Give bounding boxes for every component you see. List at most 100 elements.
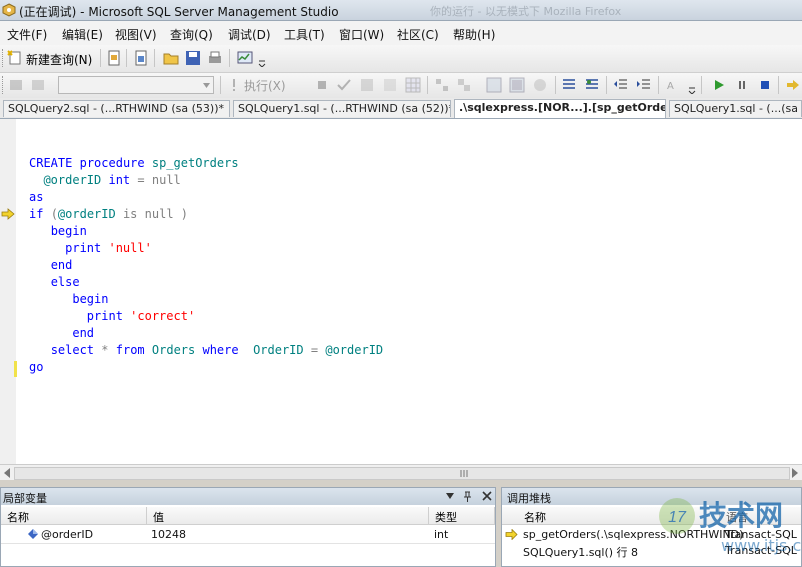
pause-icon[interactable] bbox=[734, 77, 750, 93]
execute-button[interactable]: 执行(X) bbox=[244, 77, 286, 94]
menu-file[interactable]: 文件(F) bbox=[7, 26, 47, 43]
close-icon[interactable] bbox=[482, 491, 492, 501]
call-stack-panel-title: 调用堆栈 bbox=[507, 492, 551, 505]
current-frame-arrow-icon bbox=[505, 529, 518, 540]
sql-editor-toolbar: 执行(X) A bbox=[0, 73, 802, 99]
menu-debug[interactable]: 调试(D) bbox=[228, 26, 271, 43]
code-line: begin bbox=[50, 224, 87, 238]
locals-panel-header: 局部变量 bbox=[1, 488, 495, 505]
svg-text:17: 17 bbox=[668, 509, 687, 526]
toolbar-overflow-icon[interactable] bbox=[688, 86, 696, 94]
local-var-value[interactable]: 10248 bbox=[151, 528, 186, 541]
svg-text:A: A bbox=[667, 81, 674, 92]
continue-debug-icon[interactable] bbox=[711, 77, 727, 93]
panel-dropdown-icon[interactable] bbox=[446, 493, 454, 499]
tab-sqlquery1[interactable]: SQLQuery1.sql - (...RTHWIND (sa (52))* bbox=[233, 100, 451, 117]
results-to-text-icon[interactable] bbox=[382, 77, 398, 93]
increase-indent-icon[interactable] bbox=[636, 77, 652, 93]
toolbar-separator bbox=[701, 76, 702, 94]
connect-icon[interactable] bbox=[8, 77, 24, 93]
tab-sqlquery2[interactable]: SQLQuery2.sql - (...RTHWIND (sa (53))* bbox=[3, 100, 230, 117]
stop-debug-icon[interactable] bbox=[757, 77, 773, 93]
menu-tools[interactable]: 工具(T) bbox=[284, 26, 325, 43]
code-line: go bbox=[29, 360, 44, 374]
menu-view[interactable]: 视图(V) bbox=[115, 26, 157, 43]
toolbar-grip[interactable] bbox=[2, 76, 6, 94]
specify-values-icon[interactable] bbox=[532, 77, 548, 93]
menu-edit[interactable]: 编辑(E) bbox=[62, 26, 103, 43]
decrease-indent-icon[interactable] bbox=[613, 77, 629, 93]
new-file-icon[interactable] bbox=[106, 50, 122, 66]
toolbar-separator bbox=[658, 76, 659, 94]
open-folder-icon[interactable] bbox=[163, 50, 179, 66]
locals-panel-title: 局部变量 bbox=[3, 492, 47, 505]
toolbar-separator bbox=[220, 76, 221, 94]
watermark-logo-icon: 17 bbox=[659, 498, 695, 534]
pin-icon[interactable] bbox=[463, 491, 472, 502]
menu-window[interactable]: 窗口(W) bbox=[339, 26, 384, 43]
code-line: print 'correct' bbox=[86, 309, 196, 323]
stop-icon[interactable] bbox=[314, 77, 330, 93]
panel-splitter[interactable] bbox=[0, 480, 802, 487]
uncomment-lines-icon[interactable] bbox=[584, 77, 600, 93]
display-estimated-plan-icon[interactable] bbox=[434, 77, 450, 93]
menu-bar: 文件(F) 编辑(E) 视图(V) 查询(Q) 调试(D) 工具(T) 窗口(W… bbox=[0, 21, 802, 45]
scrollbar-thumb[interactable] bbox=[14, 467, 790, 480]
menu-query[interactable]: 查询(Q) bbox=[170, 26, 213, 43]
locals-col-value[interactable]: 值 bbox=[147, 507, 429, 525]
document-tab-strip: SQLQuery2.sql - (...RTHWIND (sa (53))* S… bbox=[0, 98, 802, 119]
locals-col-type[interactable]: 类型 bbox=[429, 507, 495, 525]
toolbar-separator bbox=[126, 49, 127, 67]
results-pane-icon[interactable] bbox=[509, 77, 525, 93]
code-line: @orderID int = null bbox=[43, 173, 181, 187]
editor-horizontal-scrollbar[interactable] bbox=[0, 464, 802, 481]
toolbar-separator bbox=[154, 49, 155, 67]
new-project-icon[interactable] bbox=[133, 50, 149, 66]
watermark-url: www.itjs.cn bbox=[721, 536, 802, 555]
save-icon[interactable] bbox=[185, 50, 201, 66]
background-window-title: 你的运行 - 以无模式下 Mozilla Firefox bbox=[430, 5, 622, 18]
specify-template-values-icon[interactable]: A bbox=[666, 77, 682, 93]
tab-sqlquery1-second[interactable]: SQLQuery1.sql - (...(sa (5 bbox=[669, 100, 802, 117]
client-statistics-icon[interactable] bbox=[486, 77, 502, 93]
menu-community[interactable]: 社区(C) bbox=[397, 26, 439, 43]
code-line: begin bbox=[72, 292, 109, 306]
watermark-text: 技术网 bbox=[699, 499, 784, 532]
window-title: (正在调试) - Microsoft SQL Server Management… bbox=[19, 5, 339, 19]
show-next-statement-icon[interactable] bbox=[785, 77, 801, 93]
scroll-left-icon[interactable] bbox=[3, 468, 11, 478]
debug-exclamation-icon[interactable] bbox=[226, 77, 242, 93]
toolbar-separator bbox=[100, 49, 101, 67]
comment-lines-icon[interactable] bbox=[561, 77, 577, 93]
code-line: as bbox=[29, 190, 44, 204]
parse-check-icon[interactable] bbox=[336, 77, 352, 93]
code-line: end bbox=[72, 326, 95, 340]
results-to-grid-icon[interactable] bbox=[405, 77, 421, 93]
query-options-icon[interactable] bbox=[359, 77, 375, 93]
activity-monitor-icon[interactable] bbox=[237, 50, 253, 66]
toolbar-separator bbox=[229, 49, 230, 67]
toolbar-overflow-icon[interactable] bbox=[258, 59, 266, 67]
editor-gutter[interactable] bbox=[0, 119, 16, 464]
toolbar-separator bbox=[555, 76, 556, 94]
print-icon[interactable] bbox=[207, 50, 223, 66]
chevron-down-icon bbox=[203, 83, 210, 88]
tab-sp-getorders[interactable]: .\sqlexpress.[NOR...].[sp_getOrders]* bbox=[454, 99, 666, 118]
local-var-name: @orderID bbox=[41, 528, 94, 541]
toolbar-separator bbox=[778, 76, 779, 94]
code-line: CREATE procedure sp_getOrders bbox=[29, 156, 239, 170]
sql-code[interactable]: CREATE procedure sp_getOrders @orderID i… bbox=[29, 155, 383, 376]
toolbar-grip[interactable] bbox=[2, 49, 6, 67]
include-plan-icon[interactable] bbox=[456, 77, 472, 93]
callstack-frame-name: SQLQuery1.sql() 行 8 bbox=[523, 546, 639, 559]
scroll-right-icon[interactable] bbox=[791, 468, 799, 478]
database-select[interactable] bbox=[58, 76, 214, 94]
menu-help[interactable]: 帮助(H) bbox=[453, 26, 495, 43]
locals-col-name[interactable]: 名称 bbox=[1, 507, 147, 525]
site-watermark: 17 技术网 www.itjs.cn bbox=[655, 490, 802, 567]
scroll-grip-icon bbox=[460, 470, 468, 477]
code-editor[interactable]: CREATE procedure sp_getOrders @orderID i… bbox=[0, 119, 802, 465]
change-connection-icon[interactable] bbox=[30, 77, 46, 93]
code-line: if (@orderID is null ) bbox=[29, 207, 189, 221]
ssms-app-icon bbox=[2, 3, 16, 17]
